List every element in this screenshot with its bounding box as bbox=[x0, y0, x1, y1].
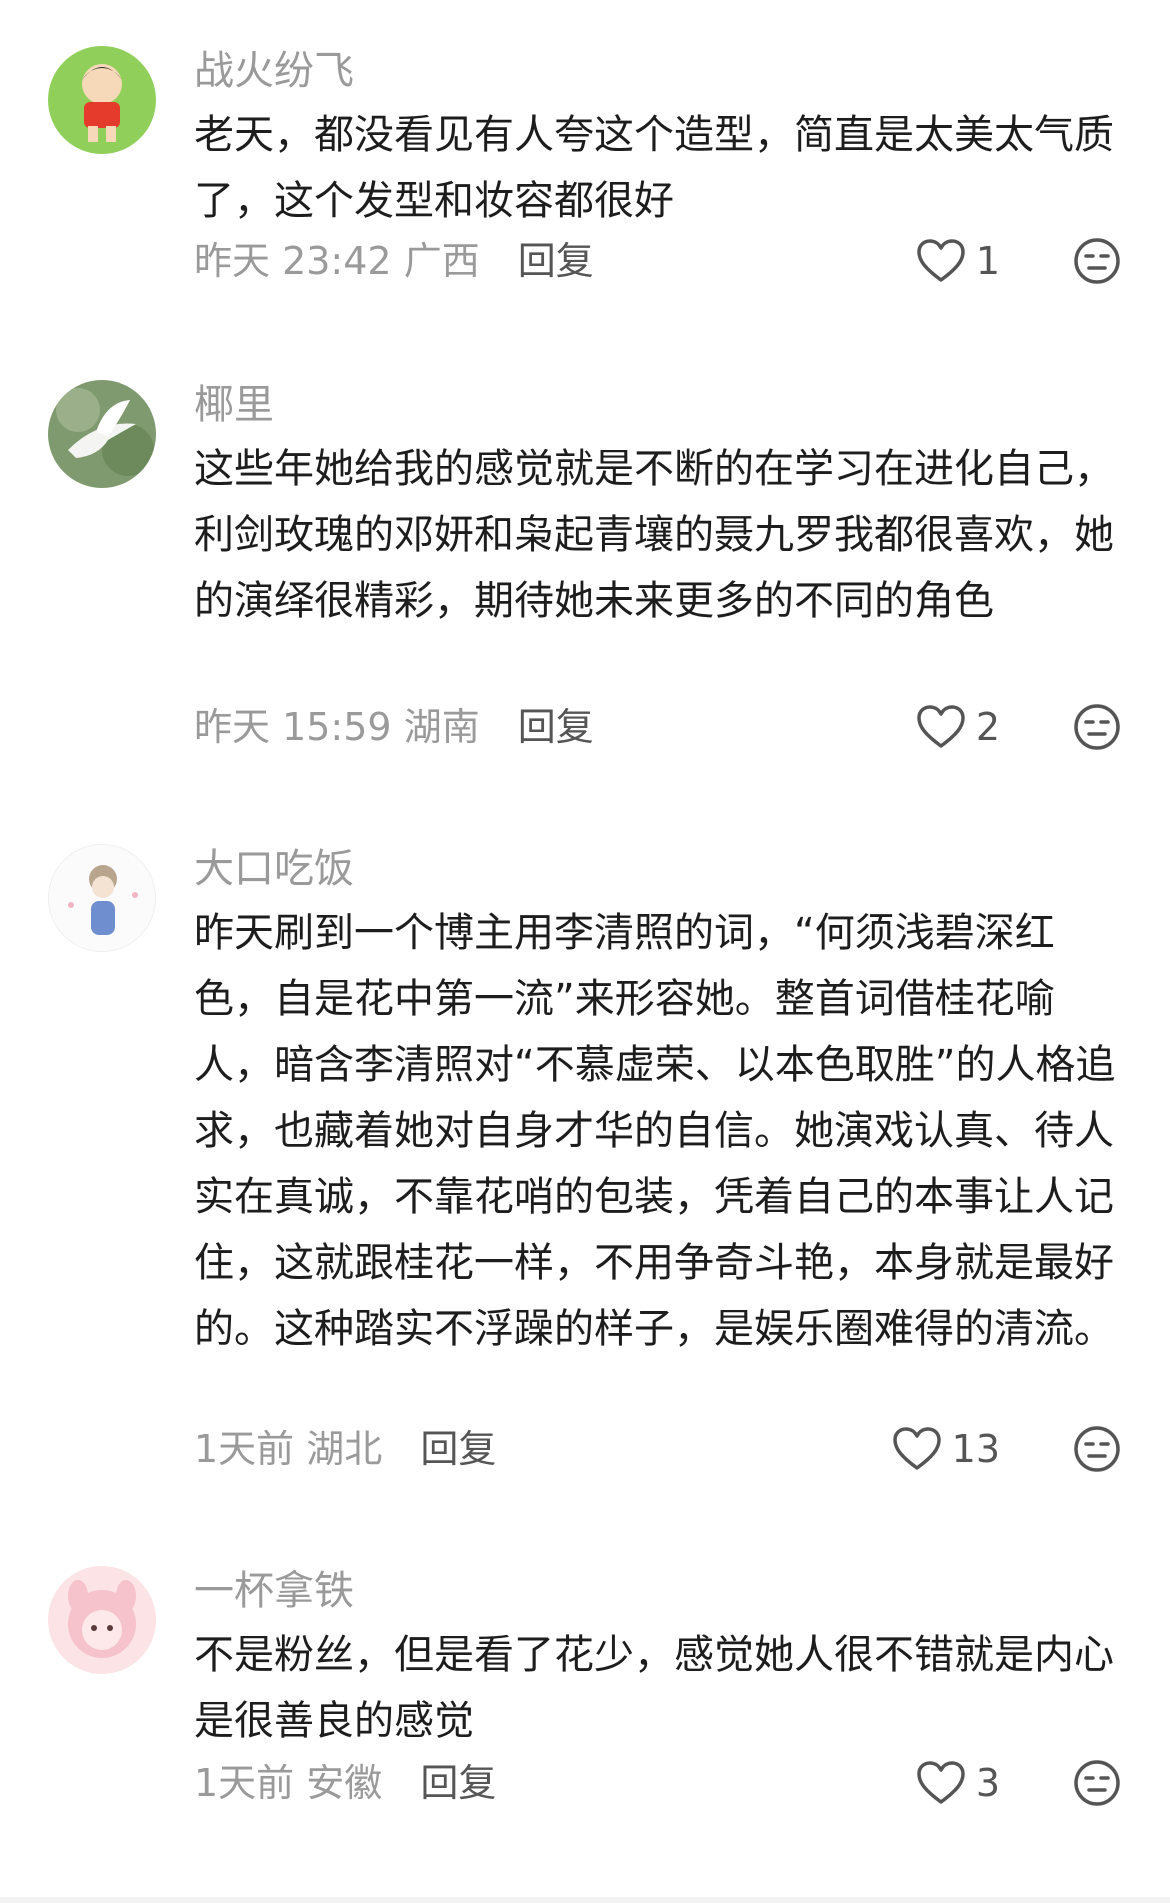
dislike-button[interactable] bbox=[1072, 702, 1122, 752]
bottom-divider bbox=[0, 1897, 1170, 1903]
comment-item: 大口吃饭 昨天刷到一个博主用李清照的词，“何须浅碧深红色，自是花中第一流”来形容… bbox=[0, 844, 1170, 1474]
like-count: 13 bbox=[951, 1427, 1000, 1471]
heart-outline-icon bbox=[917, 1761, 965, 1804]
comment-location: 湖南 bbox=[403, 705, 480, 749]
avatar[interactable] bbox=[48, 46, 156, 154]
neutral-face-icon bbox=[1074, 1426, 1120, 1472]
comment-item: 椰里 这些年她给我的感觉就是不断的在学习在进化自己，利剑玫瑰的邓妍和枭起青壤的聂… bbox=[0, 380, 1170, 760]
neutral-face-icon bbox=[1074, 704, 1120, 750]
dislike-button[interactable] bbox=[1072, 236, 1122, 286]
comment-location: 广西 bbox=[403, 239, 480, 283]
heart-outline-icon bbox=[892, 1427, 941, 1470]
comment-meta: 昨天 23:42 广西 回复 bbox=[194, 236, 594, 286]
comment-location: 湖北 bbox=[306, 1427, 383, 1471]
like-button[interactable]: 3 bbox=[916, 1758, 1000, 1808]
comment-item: 战火纷飞 老天，都没看见有人夸这个造型，简直是太美太气质了，这个发型和妆容都很好… bbox=[0, 46, 1170, 306]
neutral-face-icon bbox=[1074, 238, 1120, 284]
username[interactable]: 一杯拿铁 bbox=[194, 1566, 354, 1616]
reply-button[interactable]: 回复 bbox=[420, 1427, 496, 1471]
username[interactable]: 椰里 bbox=[194, 380, 274, 430]
heart-outline-icon bbox=[917, 705, 965, 748]
avatar-pink-plush-image bbox=[48, 1566, 156, 1674]
avatar-girl-illustration-image bbox=[49, 845, 155, 951]
comment-text: 这些年她给我的感觉就是不断的在学习在进化自己，利剑玫瑰的邓妍和枭起青壤的聂九罗我… bbox=[194, 446, 1114, 624]
reply-button[interactable]: 回复 bbox=[420, 1761, 496, 1805]
neutral-face-icon bbox=[1074, 1760, 1120, 1806]
like-button[interactable]: 13 bbox=[892, 1424, 1000, 1474]
comment-meta: 1天前 安徽 回复 bbox=[194, 1758, 496, 1808]
dislike-button[interactable] bbox=[1072, 1758, 1122, 1808]
username[interactable]: 大口吃饭 bbox=[194, 844, 354, 894]
like-count: 3 bbox=[975, 1761, 1000, 1805]
dislike-button[interactable] bbox=[1072, 1424, 1122, 1474]
avatar[interactable] bbox=[48, 1566, 156, 1674]
reply-button[interactable]: 回复 bbox=[518, 705, 594, 749]
comment-meta: 1天前 湖北 回复 bbox=[194, 1424, 496, 1474]
comment-text: 老天，都没看见有人夸这个造型，简直是太美太气质了，这个发型和妆容都很好 bbox=[194, 112, 1114, 224]
comment-time: 1天前 bbox=[194, 1427, 295, 1471]
comment-text: 不是粉丝，但是看了花少，感觉她人很不错就是内心是很善良的感觉 bbox=[194, 1632, 1114, 1744]
avatar[interactable] bbox=[48, 380, 156, 488]
comment-location: 安徽 bbox=[306, 1761, 383, 1805]
comment-time: 昨天 15:59 bbox=[194, 705, 392, 749]
like-count: 1 bbox=[975, 239, 1000, 283]
reply-button[interactable]: 回复 bbox=[518, 239, 594, 283]
like-button[interactable]: 2 bbox=[916, 702, 1000, 752]
comment-text: 昨天刷到一个博主用李清照的词，“何须浅碧深红色，自是花中第一流”来形容她。整首词… bbox=[194, 910, 1116, 1352]
comment-item: 一杯拿铁 不是粉丝，但是看了花少，感觉她人很不错就是内心是很善良的感觉 1天前 … bbox=[0, 1566, 1170, 1826]
avatar-cartoon-boy-image bbox=[48, 46, 156, 154]
like-button[interactable]: 1 bbox=[916, 236, 1000, 286]
like-count: 2 bbox=[975, 705, 1000, 749]
username[interactable]: 战火纷飞 bbox=[194, 46, 354, 96]
avatar[interactable] bbox=[48, 844, 156, 952]
heart-outline-icon bbox=[917, 239, 965, 282]
comment-time: 1天前 bbox=[194, 1761, 295, 1805]
avatar-white-dove-image bbox=[48, 380, 156, 488]
comment-meta: 昨天 15:59 湖南 回复 bbox=[194, 702, 594, 752]
comment-time: 昨天 23:42 bbox=[194, 239, 392, 283]
